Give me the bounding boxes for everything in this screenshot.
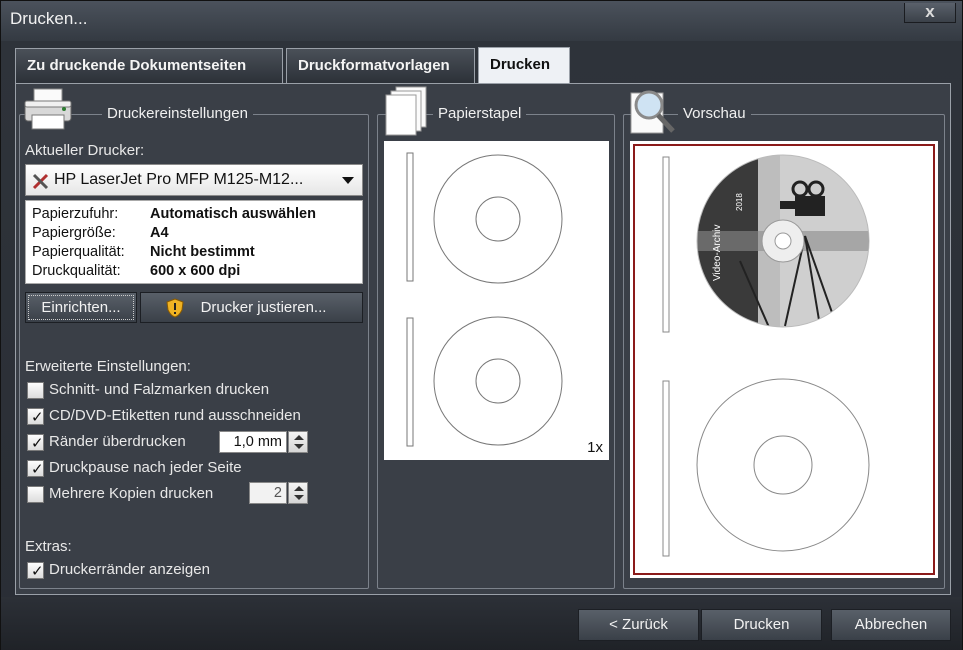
magnifier-icon [630,90,675,134]
close-icon[interactable]: x [925,2,934,21]
margin-input[interactable]: 1,0 mm [219,431,287,453]
print-dialog: Drucken... x Zu druckende Dokumentseiten… [0,0,963,650]
printer-dropdown[interactable]: HP LaserJet Pro MFP M125-M12... [25,164,363,196]
paper-stack-title: Papierstapel [433,105,527,122]
checkmark-icon: ✓ [31,461,44,478]
advanced-settings-heading: Erweiterte Einstellungen: [25,358,191,375]
paper-stack-layout [406,152,563,447]
adjust-printer-label: Drucker justieren... [200,299,327,316]
checkbox-label: Druckpause nach jeder Seite [49,459,242,476]
checkbox-label: Ränder überdrucken [49,433,186,450]
chevron-down-icon[interactable] [342,177,354,184]
current-printer-label: Aktueller Drucker: [25,142,145,159]
checkbox-label: Schnitt- und Falzmarken drucken [49,381,270,398]
checkbox-box[interactable]: ✓ [27,408,44,426]
copies-stepper[interactable] [288,482,308,504]
arrow-down-icon[interactable] [294,495,304,500]
info-row-print-quality: Druckqualität: 600 x 600 dpi [32,263,240,279]
cancel-button[interactable]: Abbrechen [831,609,951,641]
printer-name: HP LaserJet Pro MFP M125-M12... [54,171,304,188]
paper-stack-page[interactable]: 1x [384,141,609,460]
tab-document-pages[interactable]: Zu druckende Dokumentseiten [15,48,283,84]
checkbox-label: Mehrere Kopien drucken [49,485,214,502]
printer-info-box: Papierzufuhr: Automatisch auswählen Papie… [25,200,363,284]
page-count-label: 1x [587,439,603,456]
preview-layout: Video-Archiv 2018 [633,144,935,575]
paper-stack-icon [385,86,427,136]
copies-input[interactable]: 2 [249,482,287,504]
tools-icon [32,173,49,190]
print-button[interactable]: Drucken [701,609,822,641]
window-title: Drucken... [10,9,88,28]
back-button[interactable]: < Zurück [578,609,699,641]
checkmark-icon: ✓ [31,435,44,452]
printer-settings-title: Druckereinstellungen [102,105,253,122]
arrow-up-icon[interactable] [294,435,304,440]
tab-print[interactable]: Drucken [478,47,570,85]
checkbox-box[interactable]: ✓ [27,460,44,478]
printer-icon [24,88,72,130]
margin-stepper[interactable] [288,431,308,453]
info-value: A4 [150,225,169,241]
info-value: 600 x 600 dpi [150,263,241,279]
info-row-paper-quality: Papierqualität: Nicht bestimmt [32,244,255,260]
info-key: Papierzufuhr: [32,206,119,222]
title-bar: Drucken... x [1,1,962,41]
disc-title-text: Video-Archiv [712,224,723,281]
disc-year-text: 2018 [735,193,744,211]
checkmark-icon: ✓ [31,563,44,580]
close-button[interactable]: x [904,3,956,23]
checkbox-box[interactable]: ✓ [27,434,44,452]
info-value: Automatisch auswählen [150,206,316,222]
info-key: Papiergröße: [32,225,116,241]
shield-warning-icon [166,298,184,318]
preview-title: Vorschau [678,105,751,122]
info-value: Nicht bestimmt [150,244,255,260]
setup-button[interactable]: Einrichten... [25,292,137,323]
checkbox-label: Druckerränder anzeigen [49,561,210,578]
info-key: Druckqualität: [32,263,121,279]
info-row-paper-size: Papiergröße: A4 [32,225,169,241]
arrow-down-icon[interactable] [294,444,304,449]
tab-print-templates[interactable]: Druckformatvorlagen [286,48,475,84]
info-row-paper-feed: Papierzufuhr: Automatisch auswählen [32,206,316,222]
extras-heading: Extras: [25,538,72,555]
checkbox-box[interactable] [27,486,44,503]
checkbox-label: CD/DVD-Etiketten rund ausschneiden [49,407,301,424]
info-key: Papierqualität: [32,244,125,260]
adjust-printer-button[interactable]: Drucker justieren... [140,292,363,323]
checkbox-box[interactable]: ✓ [27,562,44,580]
checkbox-box[interactable] [27,382,44,399]
arrow-up-icon[interactable] [294,486,304,491]
checkmark-icon: ✓ [31,409,44,426]
preview-page: Video-Archiv 2018 [630,141,938,578]
